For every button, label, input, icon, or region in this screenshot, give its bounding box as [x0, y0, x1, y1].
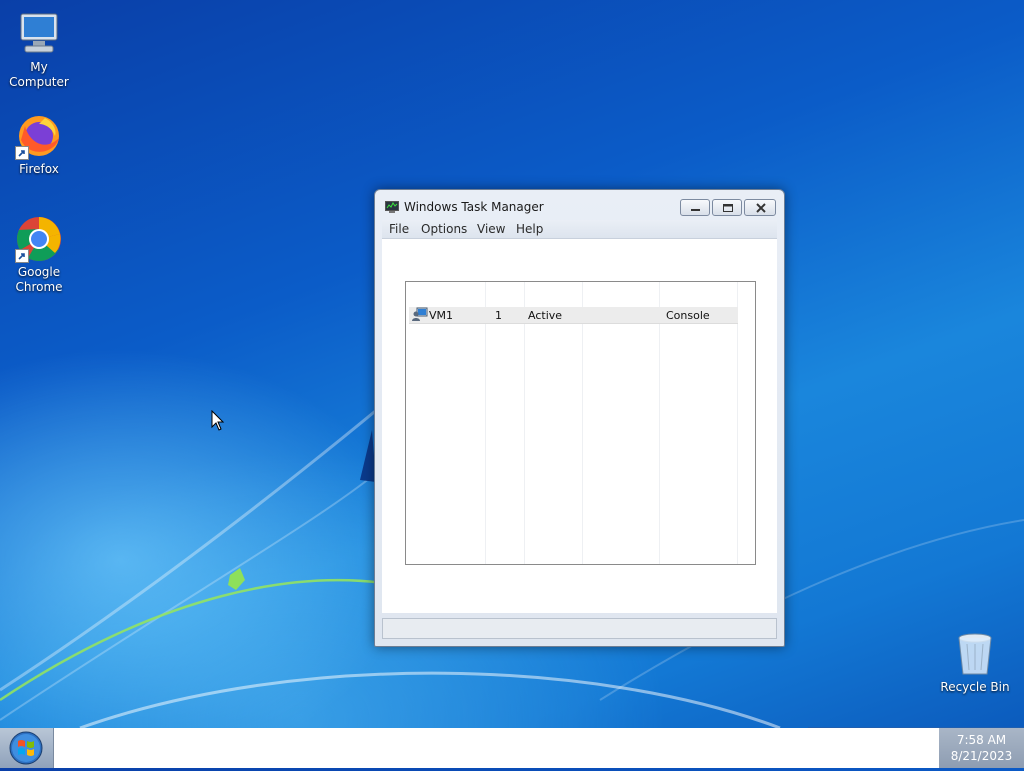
column-divider: [737, 282, 738, 564]
desktop-icon-recycle-bin[interactable]: Recycle Bin: [937, 630, 1013, 695]
shortcut-arrow-icon: [15, 249, 29, 263]
shortcut-arrow-icon: [15, 146, 29, 160]
desktop-icon-my-computer[interactable]: My Computer: [1, 10, 77, 90]
task-manager-icon: [385, 201, 399, 213]
menu-help[interactable]: Help: [516, 222, 543, 236]
start-button[interactable]: [0, 728, 54, 768]
window-titlebar[interactable]: Windows Task Manager: [375, 190, 784, 220]
window-client-area: VM1 1 Active Console: [382, 239, 777, 613]
menu-file[interactable]: File: [389, 222, 409, 236]
recycle-bin-icon: [951, 630, 999, 678]
table-row[interactable]: VM1 1 Active Console: [409, 307, 738, 324]
desktop-icon-label: Firefox: [19, 162, 59, 176]
users-list[interactable]: VM1 1 Active Console: [405, 281, 756, 565]
desktop-icon-label: Recycle Bin: [940, 680, 1010, 694]
chrome-icon: [15, 215, 63, 263]
status-bar: [382, 618, 777, 639]
menu-view[interactable]: View: [477, 222, 505, 236]
firefox-icon: [15, 112, 63, 160]
mouse-pointer-icon: [211, 410, 225, 431]
computer-icon: [15, 10, 63, 58]
clock-time: 7:58 AM: [956, 733, 1007, 747]
menu-options[interactable]: Options: [421, 222, 467, 236]
maximize-button[interactable]: [712, 199, 742, 216]
desktop-icon-firefox[interactable]: Firefox: [1, 112, 77, 177]
column-divider: [524, 282, 525, 564]
windows-orb-icon: [9, 731, 43, 765]
desktop-icon-google-chrome[interactable]: Google Chrome: [1, 215, 77, 295]
user-session-icon: [412, 307, 428, 324]
task-manager-window[interactable]: Windows Task Manager File Options View H…: [374, 189, 785, 647]
minimize-button[interactable]: [680, 199, 710, 216]
menu-bar: File Options View Help: [382, 220, 777, 239]
column-divider: [659, 282, 660, 564]
cell-session: Console: [666, 309, 710, 322]
cell-status: Active: [528, 309, 563, 322]
close-button[interactable]: [744, 199, 776, 216]
clock-date: 8/21/2023: [950, 749, 1013, 763]
taskbar-clock[interactable]: 7:58 AM 8/21/2023: [939, 728, 1024, 768]
cell-user: VM1: [429, 309, 454, 322]
column-divider: [582, 282, 583, 564]
desktop-icon-label: My Computer: [9, 60, 69, 89]
window-title: Windows Task Manager: [404, 200, 544, 214]
taskbar: 7:58 AM 8/21/2023: [0, 728, 1024, 768]
cell-id: 1: [495, 309, 502, 322]
column-divider: [485, 282, 486, 564]
desktop-icon-label: Google Chrome: [15, 265, 63, 294]
